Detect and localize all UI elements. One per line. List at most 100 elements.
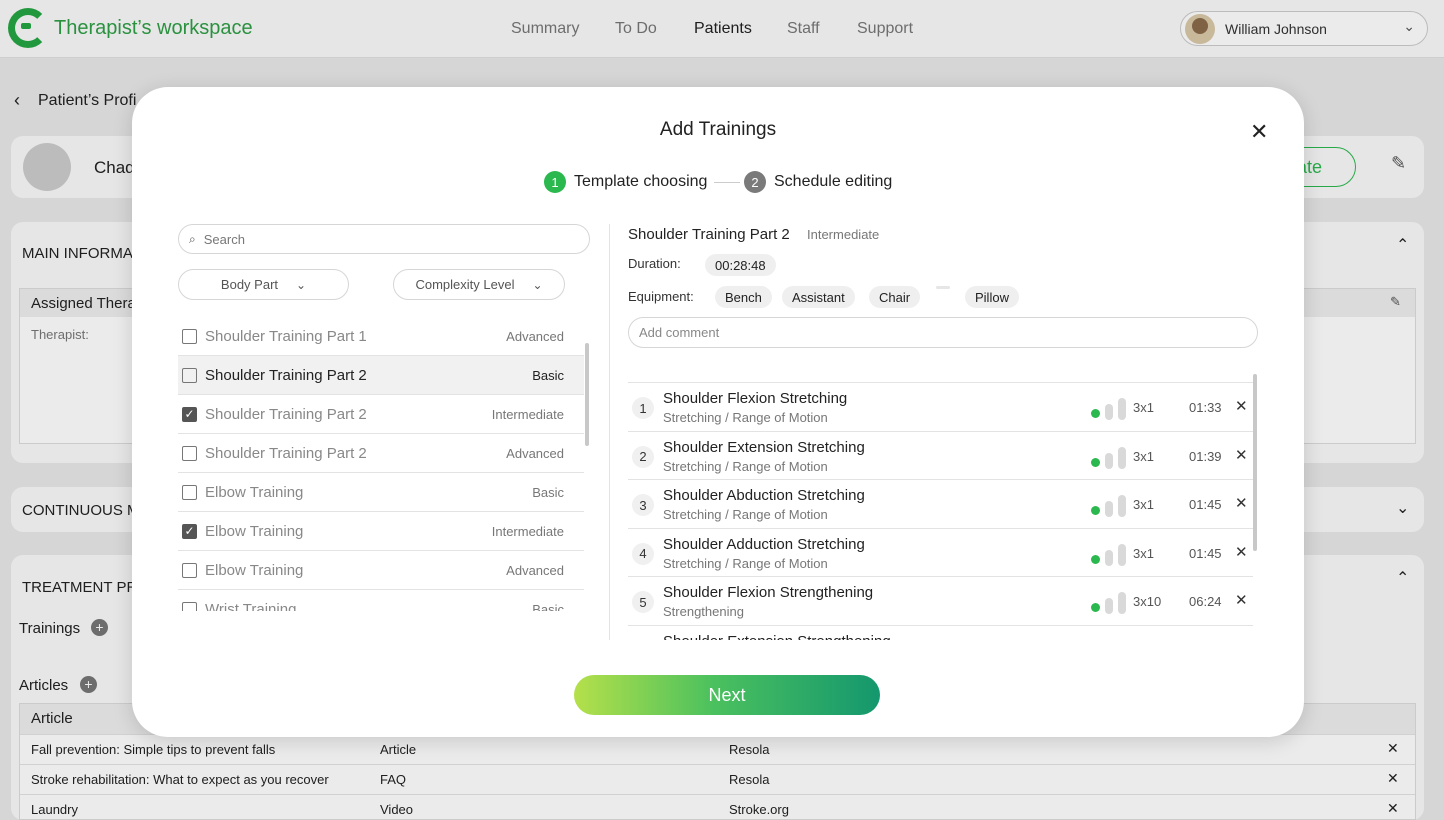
checkbox[interactable] <box>182 601 197 611</box>
exercise-reps: 3x10 <box>1133 594 1162 609</box>
exercise-number: 2 <box>632 445 654 468</box>
exercise-duration: 06:24 <box>1189 594 1222 609</box>
modal-title: Add Trainings <box>659 119 777 140</box>
exercise-category: Stretching / Range of Motion <box>663 507 828 522</box>
template-level: Intermediate <box>491 523 564 539</box>
template-row[interactable]: Shoulder Training Part 2 Advanced <box>178 434 584 473</box>
comment-placeholder: Add comment <box>639 325 720 340</box>
difficulty-icon <box>1091 493 1129 517</box>
equipment-chip: Assistant <box>782 286 855 308</box>
equipment-label: Equipment: <box>628 289 694 304</box>
template-level: Advanced <box>506 562 564 578</box>
exercise-category: Stretching / Range of Motion <box>663 555 828 571</box>
template-row[interactable]: ✓ Shoulder Training Part 2 Intermediate <box>178 395 584 434</box>
checkbox[interactable] <box>182 367 197 383</box>
exercise-row[interactable]: 6Shoulder Extension StrengtheningStrengt… <box>628 626 1253 641</box>
template-row[interactable]: Shoulder Training Part 1 Advanced <box>178 317 584 356</box>
exercise-number: 3 <box>632 494 654 516</box>
template-name: Elbow Training <box>205 483 304 501</box>
step-template-choosing[interactable]: 1 Template choosing <box>544 171 707 193</box>
add-trainings-modal: Add Trainings ✕ 1 Template choosing 2 Sc… <box>132 87 1304 737</box>
difficulty-icon <box>1091 542 1129 566</box>
exercise-row[interactable]: 3 Shoulder Abduction Stretching Stretching… <box>628 480 1253 529</box>
difficulty-icon <box>1091 639 1129 641</box>
template-row[interactable]: Elbow Training Advanced <box>178 551 584 590</box>
checkbox[interactable] <box>182 328 197 344</box>
template-name: Shoulder Training Part 2 <box>205 366 367 384</box>
equipment-chip: Pillow <box>965 286 1019 308</box>
checkbox[interactable] <box>182 484 197 500</box>
selected-template-level: Intermediate <box>807 227 880 242</box>
step-connector <box>714 182 740 183</box>
template-row[interactable]: Wrist Training Basic <box>178 590 584 611</box>
template-row[interactable]: Shoulder Training Part 2 Basic <box>178 356 584 395</box>
next-button[interactable]: Next <box>574 675 880 715</box>
template-level: Intermediate <box>491 406 564 422</box>
checkbox[interactable]: ✓ <box>182 523 197 539</box>
equipment-placeholder <box>936 286 950 289</box>
exercise-name: Shoulder Flexion Strengthening <box>663 584 874 601</box>
template-name: Elbow Training <box>205 522 304 540</box>
exercise-category: Stretching / Range of Motion <box>663 458 828 474</box>
exercise-duration: 01:33 <box>1189 400 1222 415</box>
exercise-reps: 3x1 <box>1133 448 1154 464</box>
template-row[interactable]: Elbow Training Basic <box>178 473 584 512</box>
exercise-row[interactable]: 2 Shoulder Extension Stretching Stretching… <box>628 432 1253 480</box>
step-schedule-editing[interactable]: 2 Schedule editing <box>744 171 892 193</box>
exercise-row[interactable]: 1 Shoulder Flexion Stretching Stretching /… <box>628 383 1253 432</box>
dropdown-label: Complexity Level <box>415 277 515 292</box>
exercise-duration: 01:45 <box>1189 545 1222 561</box>
equipment-chip: Chair <box>869 286 921 308</box>
exercise-name: Shoulder Extension Strengthening <box>663 633 891 641</box>
duration-value: 00:28:48 <box>705 254 776 276</box>
remove-exercise-icon[interactable]: ✕ <box>1235 446 1248 464</box>
exercise-number: 4 <box>632 542 654 565</box>
complexity-dropdown[interactable]: Complexity Level ⌄ <box>393 269 565 300</box>
template-name: Elbow Training <box>205 561 304 579</box>
exercise-category: Strengthening <box>663 604 744 619</box>
exercise-reps: 3x1 <box>1133 545 1154 561</box>
search-input[interactable]: ⌕ Search <box>178 224 590 254</box>
template-row[interactable]: ✓ Elbow Training Intermediate <box>178 512 584 551</box>
close-icon[interactable]: ✕ <box>1250 119 1268 145</box>
exercise-category: Stretching / Range of Motion <box>663 410 828 425</box>
checkbox[interactable] <box>182 445 197 461</box>
checkbox[interactable] <box>182 562 197 578</box>
difficulty-icon <box>1091 590 1129 614</box>
template-level: Advanced <box>506 328 564 344</box>
difficulty-icon <box>1091 396 1129 420</box>
remove-exercise-icon[interactable]: ✕ <box>1235 591 1248 609</box>
exercise-row[interactable]: 5 Shoulder Flexion Strengthening Strengthe… <box>628 577 1253 626</box>
chevron-down-icon: ⌄ <box>532 277 543 292</box>
exercise-name: Shoulder Adduction Stretching <box>663 535 865 553</box>
remove-exercise-icon[interactable]: ✕ <box>1235 640 1248 641</box>
equipment-chip: Bench <box>715 286 772 308</box>
exercise-reps: 3x1 <box>1133 497 1154 512</box>
exercise-row[interactable]: 4 Shoulder Adduction Stretching Stretching… <box>628 529 1253 577</box>
difficulty-icon <box>1091 445 1129 469</box>
step-label: Schedule editing <box>774 173 893 190</box>
exercise-list: 1 Shoulder Flexion Stretching Stretching /… <box>628 382 1253 640</box>
search-placeholder: Search <box>203 231 245 247</box>
exercise-duration: 01:45 <box>1189 497 1222 512</box>
checkbox[interactable]: ✓ <box>182 406 197 422</box>
template-level: Advanced <box>506 445 564 461</box>
template-scrollbar[interactable] <box>585 343 589 446</box>
step-number: 2 <box>744 171 766 193</box>
remove-exercise-icon[interactable]: ✕ <box>1235 397 1248 415</box>
body-part-dropdown[interactable]: Body Part ⌄ <box>178 269 349 300</box>
dropdown-label: Body Part <box>220 277 279 292</box>
template-name: Shoulder Training Part 1 <box>205 327 367 345</box>
remove-exercise-icon[interactable]: ✕ <box>1235 543 1248 561</box>
template-level: Basic <box>532 484 564 500</box>
search-icon: ⌕ <box>189 231 196 246</box>
template-level: Basic <box>532 367 564 383</box>
template-level: Basic <box>532 601 564 612</box>
comment-input[interactable]: Add comment <box>628 317 1258 348</box>
template-name: Wrist Training <box>205 600 297 612</box>
remove-exercise-icon[interactable]: ✕ <box>1235 494 1248 512</box>
exercise-name: Shoulder Extension Stretching <box>663 438 865 456</box>
exercise-number: 5 <box>632 591 654 613</box>
exercise-number: 6 <box>632 639 654 640</box>
exercise-scrollbar[interactable] <box>1253 374 1257 551</box>
